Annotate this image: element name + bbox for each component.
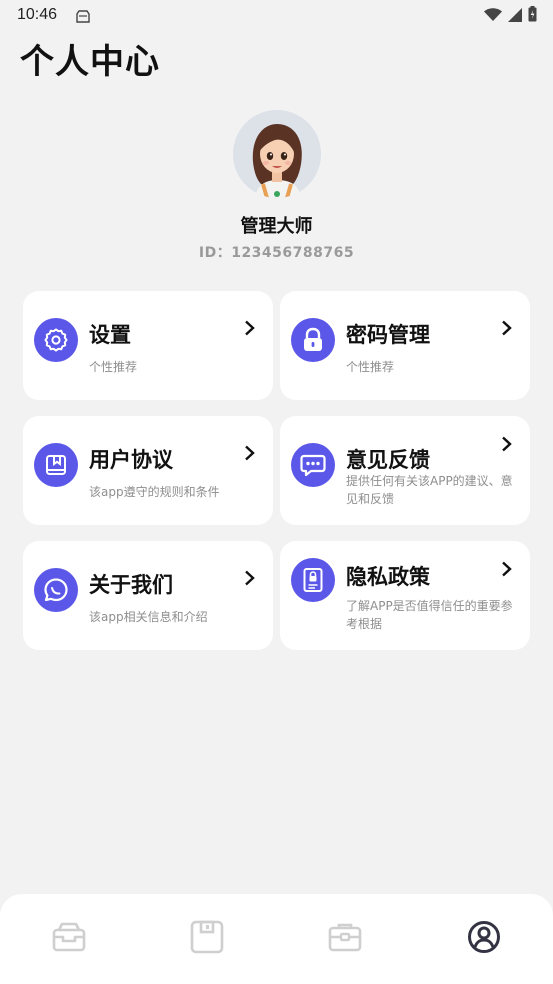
- tab-work[interactable]: [327, 921, 363, 957]
- save-disk-icon: [189, 919, 225, 959]
- menu-card-desc: 提供任何有关该APP的建议、意见和反馈: [346, 474, 513, 506]
- chat-bubble-icon: [291, 443, 335, 487]
- menu-card-title: 用户协议: [89, 448, 173, 472]
- menu-card-title: 关于我们: [89, 573, 173, 597]
- status-indicators: [484, 6, 537, 26]
- inbox-tray-icon: [51, 920, 87, 958]
- notification-icon: [76, 8, 90, 27]
- menu-card-desc: 个性推荐: [89, 360, 138, 374]
- menu-card-privacy-policy[interactable]: 隐私政策 了解APP是否值得信任的重要参考根据: [280, 541, 530, 650]
- menu-card-desc: 了解APP是否值得信任的重要参考根据: [346, 599, 513, 631]
- profile-icon: [467, 920, 501, 958]
- menu-card-title: 设置: [89, 323, 131, 347]
- tab-inbox[interactable]: [51, 921, 87, 957]
- status-time: 10:46: [17, 6, 58, 23]
- menu-card-password[interactable]: 密码管理 个性推荐: [280, 291, 530, 400]
- menu-card-title: 隐私政策: [346, 565, 430, 589]
- menu-card-desc: 该app遵守的规则和条件: [89, 485, 220, 499]
- menu-card-desc: 该app相关信息和介绍: [89, 610, 208, 624]
- avatar[interactable]: [232, 110, 321, 198]
- bottom-tab-bar: [0, 894, 553, 984]
- menu-card-desc: 个性推荐: [346, 360, 395, 374]
- tab-save[interactable]: [189, 919, 225, 959]
- user-id: ID：123456788765: [198, 245, 355, 261]
- wifi-icon: [484, 7, 502, 26]
- tab-profile[interactable]: [466, 921, 502, 957]
- gear-icon: [34, 318, 78, 362]
- status-bar: 10:46: [0, 0, 553, 30]
- chevron-right-icon: [501, 320, 513, 340]
- bookmark-book-icon: [34, 443, 78, 487]
- briefcase-icon: [327, 920, 363, 958]
- page-title: 个人中心: [20, 42, 160, 82]
- menu-card-title: 意见反馈: [346, 448, 430, 472]
- menu-card-settings[interactable]: 设置 个性推荐: [23, 291, 273, 400]
- chevron-right-icon: [501, 436, 513, 456]
- chevron-right-icon: [244, 570, 256, 590]
- privacy-document-icon: [291, 558, 335, 602]
- profile-section: 管理大师 ID：123456788765: [0, 110, 553, 262]
- menu-card-user-agreement[interactable]: 用户协议 该app遵守的规则和条件: [23, 416, 273, 525]
- menu-card-title: 密码管理: [346, 323, 430, 347]
- battery-icon: [528, 6, 537, 26]
- menu-card-feedback[interactable]: 意见反馈 提供任何有关该APP的建议、意见和反馈: [280, 416, 530, 525]
- chevron-right-icon: [501, 561, 513, 581]
- menu-card-about-us[interactable]: 关于我们 该app相关信息和介绍: [23, 541, 273, 650]
- lock-icon: [291, 318, 335, 362]
- chat-circle-icon: [34, 568, 78, 612]
- chevron-right-icon: [244, 320, 256, 340]
- signal-icon: [508, 7, 522, 26]
- user-name: 管理大师: [240, 216, 313, 237]
- chevron-right-icon: [244, 445, 256, 465]
